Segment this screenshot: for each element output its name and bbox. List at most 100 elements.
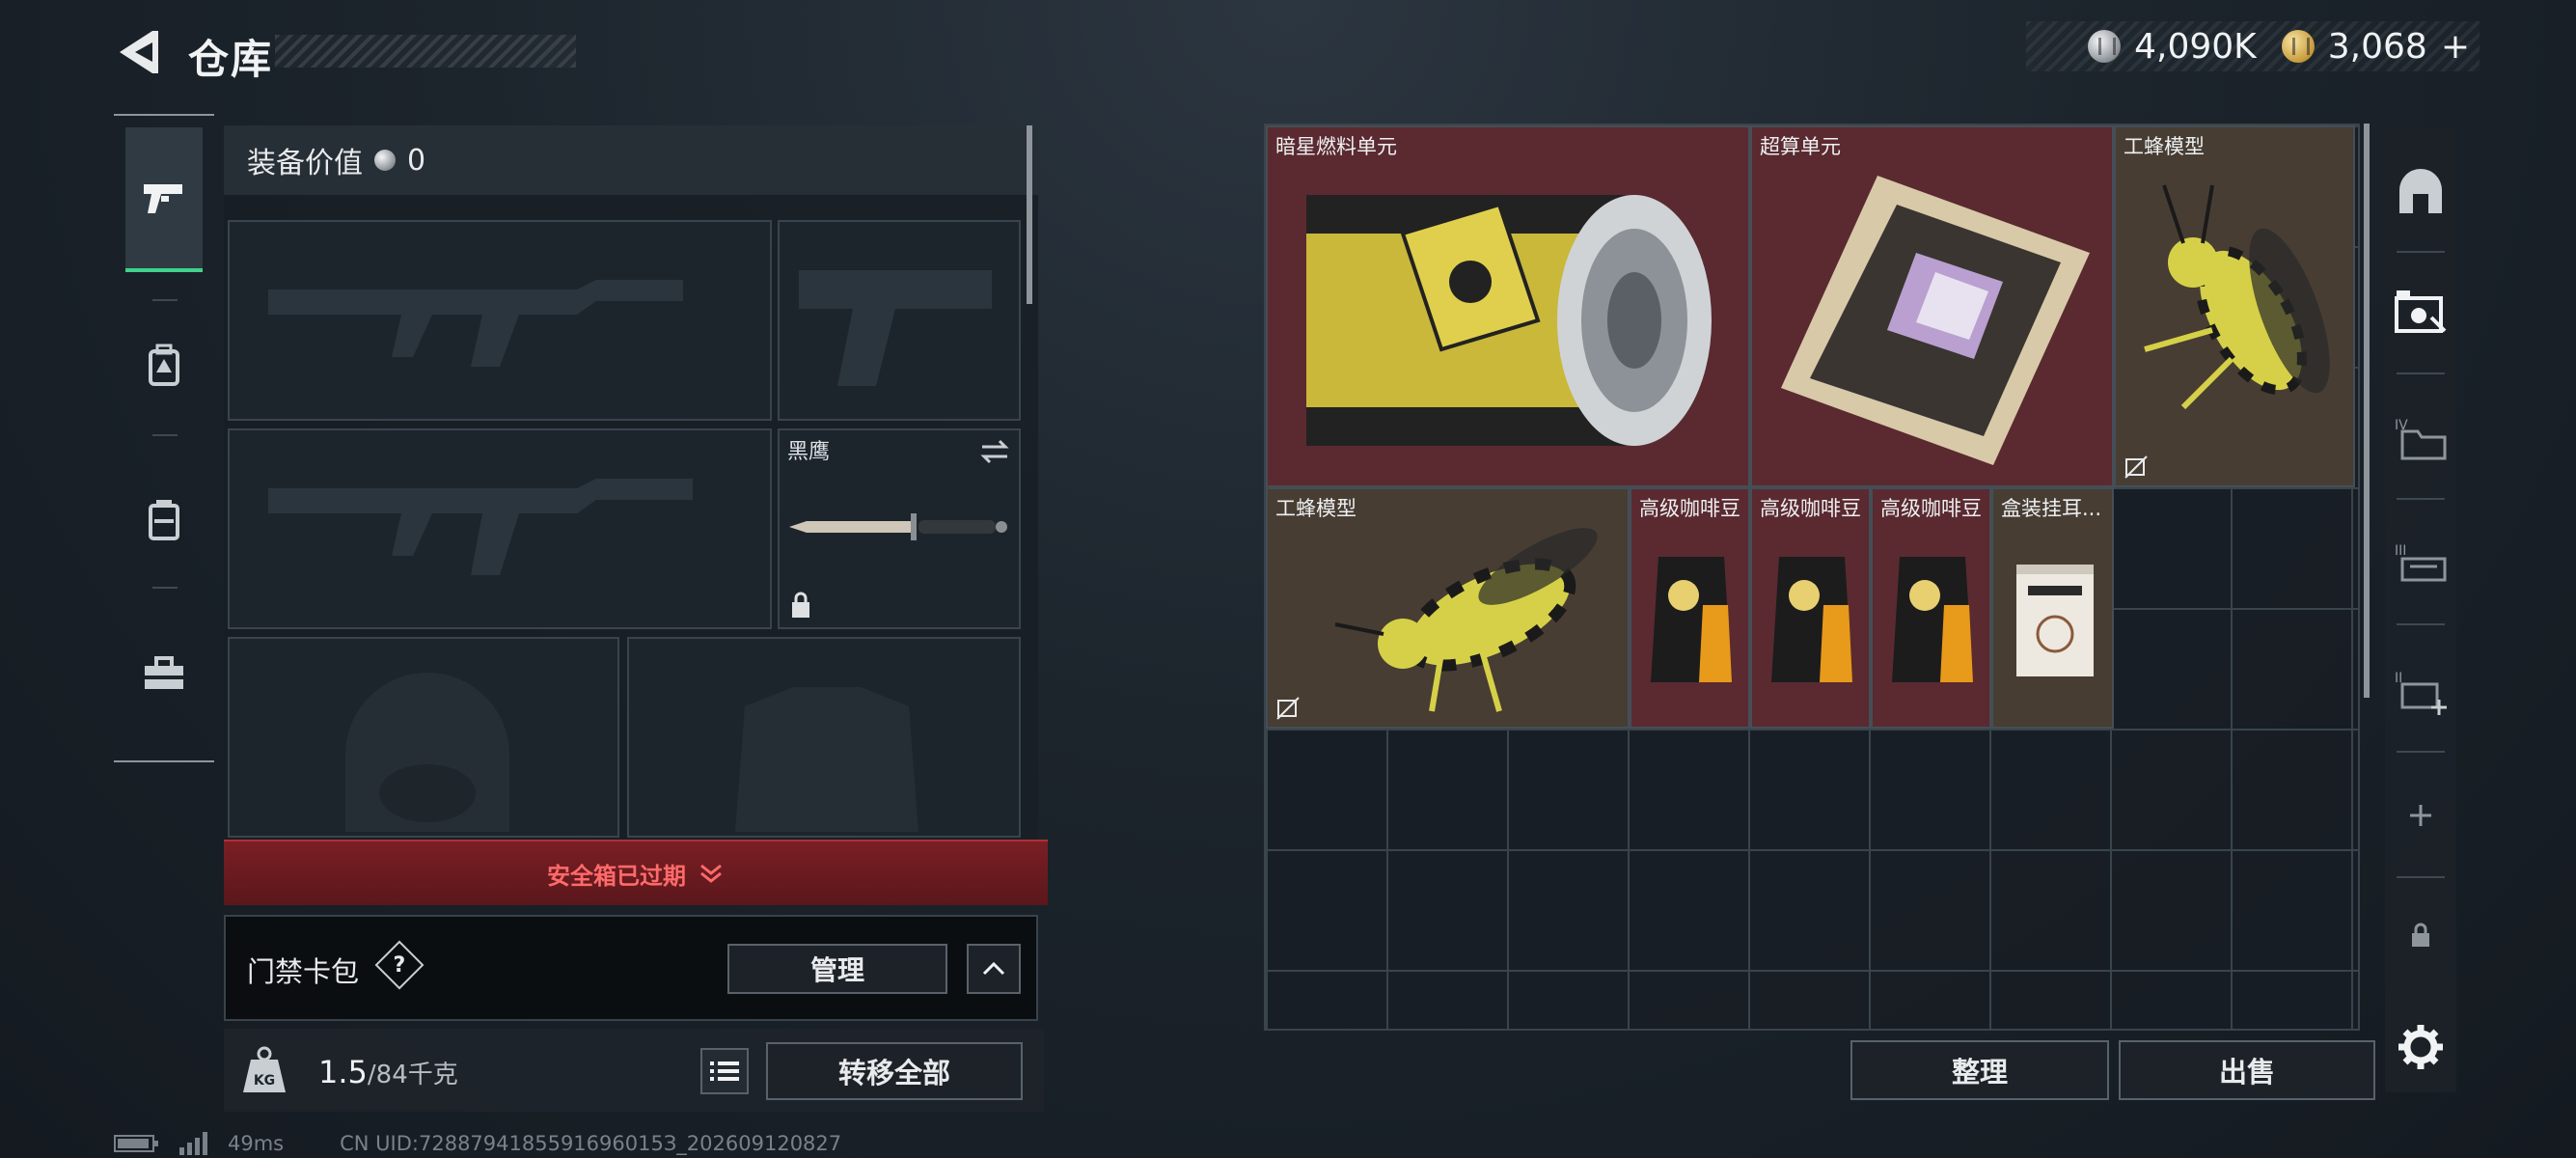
equipment-panel: 装备价值 0 黑鹰 安全箱已过期 xyxy=(224,125,1048,905)
sidearm-slot[interactable] xyxy=(778,220,1021,421)
access-card-wallet: 门禁卡包 ? 管理 xyxy=(224,915,1038,1021)
melee-name: 黑鹰 xyxy=(787,440,831,464)
category-nav xyxy=(114,114,214,762)
item-boxed-drip-coffee[interactable]: 盒装挂耳... xyxy=(1991,487,2114,729)
weight-readout: 1.5/84千克 xyxy=(318,1054,458,1090)
sell-button[interactable]: 出售 xyxy=(2119,1040,2375,1100)
equipment-value-header: 装备价值 0 xyxy=(224,125,1038,195)
item-premium-coffee-beans[interactable]: 高级咖啡豆 xyxy=(1630,487,1750,729)
transfer-all-button[interactable]: 转移全部 xyxy=(766,1042,1023,1100)
knife-icon xyxy=(789,513,1007,540)
nav-toolbox[interactable] xyxy=(125,635,203,712)
warehouse-grid: 暗星燃料单元 超算单元 工蜂模型 工蜂模型 高级咖啡豆 高级咖啡豆 高级咖啡豆 … xyxy=(1264,124,2360,1031)
helmet-slot[interactable] xyxy=(228,637,619,838)
circuit-board-icon xyxy=(1781,176,2090,465)
gold-currency-value: 3,068 xyxy=(2327,26,2427,67)
toolbox-icon xyxy=(145,656,183,689)
primary-weapon-slot[interactable] xyxy=(228,220,772,421)
no-trade-icon xyxy=(2124,455,2148,479)
back-arrow-icon xyxy=(120,31,158,73)
secure-container-expired-banner[interactable]: 安全箱已过期 xyxy=(224,840,1048,905)
nav-weapons[interactable] xyxy=(125,127,203,272)
ping-readout: 49ms xyxy=(228,1132,285,1155)
locked-warehouse-tab[interactable] xyxy=(2391,905,2451,965)
back-button[interactable] xyxy=(114,27,160,77)
settings-button[interactable] xyxy=(2391,1017,2451,1077)
add-warehouse-tab-button[interactable] xyxy=(2391,786,2451,845)
item-worker-bee-model[interactable]: 工蜂模型 xyxy=(1266,487,1630,729)
collection-icon xyxy=(2395,290,2447,333)
coffee-bag-icon xyxy=(1651,557,1732,682)
arch-gate-icon xyxy=(2399,169,2442,213)
signal-icon xyxy=(179,1132,207,1155)
coffee-bag-icon xyxy=(1892,557,1973,682)
equipment-value: 0 xyxy=(407,143,426,178)
warehouse-tab-collection[interactable] xyxy=(2391,282,2451,342)
equipment-scrollbar[interactable] xyxy=(1027,125,1032,304)
backpack-icon xyxy=(149,344,179,386)
item-name: 暗星燃料单元 xyxy=(1275,135,1397,158)
item-premium-coffee-beans[interactable]: 高级咖啡豆 xyxy=(1871,487,1991,729)
lock-icon xyxy=(792,592,809,618)
weight-current: 1.5 xyxy=(318,1054,368,1090)
equipment-value-label: 装备价值 xyxy=(247,147,363,180)
weight-capacity: /84千克 xyxy=(367,1061,458,1089)
pistol-silhouette-icon xyxy=(799,270,992,386)
folder-tab-4-icon: IV xyxy=(2395,418,2447,460)
item-name: 高级咖啡豆 xyxy=(1639,497,1740,520)
helmet-silhouette-icon xyxy=(345,673,509,832)
uid-readout: CN UID:7288794185591696015З_202609120827 xyxy=(340,1132,842,1155)
currency-bar: 4,090K 3,068 + xyxy=(2026,21,2480,71)
warehouse-tab-home[interactable] xyxy=(2391,160,2451,220)
chevron-up-icon xyxy=(982,961,1005,976)
add-currency-button[interactable]: + xyxy=(2441,27,2470,67)
warehouse-tab-3[interactable]: III xyxy=(2391,533,2451,593)
body-armor-slot[interactable] xyxy=(627,637,1021,838)
title-decoration xyxy=(275,35,576,68)
item-name: 高级咖啡豆 xyxy=(1760,497,1861,520)
bee-model-icon xyxy=(1334,528,1598,712)
item-supercomputing-unit[interactable]: 超算单元 xyxy=(1750,125,2114,487)
vest-silhouette-icon xyxy=(735,687,918,832)
svg-text:III: III xyxy=(2395,543,2406,559)
item-worker-bee-model[interactable]: 工蜂模型 xyxy=(2114,125,2355,487)
manage-button[interactable]: 管理 xyxy=(727,944,947,994)
swap-icon[interactable] xyxy=(978,438,1011,465)
nav-chest-rig[interactable] xyxy=(125,481,203,558)
list-view-button[interactable] xyxy=(700,1048,749,1094)
svg-text:KG: KG xyxy=(254,1073,275,1089)
silver-coin-icon xyxy=(374,150,396,171)
chest-rig-icon xyxy=(149,500,179,540)
item-name: 超算单元 xyxy=(1760,135,1841,158)
gold-coin-icon xyxy=(2281,30,2315,63)
battery-icon xyxy=(114,1135,158,1152)
warehouse-scrollbar[interactable] xyxy=(2364,124,2370,698)
nav-armor[interactable] xyxy=(125,326,203,403)
warehouse-tabs: IV III II xyxy=(2385,127,2456,1092)
no-trade-icon xyxy=(1276,697,1300,720)
rifle-silhouette-icon xyxy=(268,280,683,367)
pistol-icon xyxy=(144,184,182,213)
help-icon[interactable]: ? xyxy=(374,940,425,990)
rifle-silhouette-icon xyxy=(268,479,693,575)
expired-text: 安全箱已过期 xyxy=(547,862,686,890)
list-icon xyxy=(710,1062,739,1081)
item-premium-coffee-beans[interactable]: 高级咖啡豆 xyxy=(1750,487,1871,729)
status-bar: 49ms CN UID:7288794185591696015З_2026091… xyxy=(114,1129,1079,1158)
warehouse-tab-2[interactable]: II xyxy=(2391,660,2451,720)
melee-slot[interactable]: 黑鹰 xyxy=(778,428,1021,629)
collapse-button[interactable] xyxy=(967,944,1021,994)
silver-currency-value: 4,090K xyxy=(2134,26,2257,67)
item-name: 盒装挂耳... xyxy=(2001,497,2102,520)
plus-icon xyxy=(2410,805,2431,826)
gear-icon xyxy=(2398,1025,2443,1069)
lock-icon xyxy=(2412,923,2429,947)
folder-tab-3-icon: III xyxy=(2395,543,2447,582)
secondary-weapon-slot[interactable] xyxy=(228,428,772,629)
warehouse-tab-4[interactable]: IV xyxy=(2391,407,2451,467)
weight-icon: KG xyxy=(243,1046,286,1092)
item-name: 工蜂模型 xyxy=(2124,135,2205,158)
item-dark-star-fuel-unit[interactable]: 暗星燃料单元 xyxy=(1266,125,1750,487)
bee-model-icon xyxy=(2144,184,2330,410)
sort-button[interactable]: 整理 xyxy=(1850,1040,2109,1100)
